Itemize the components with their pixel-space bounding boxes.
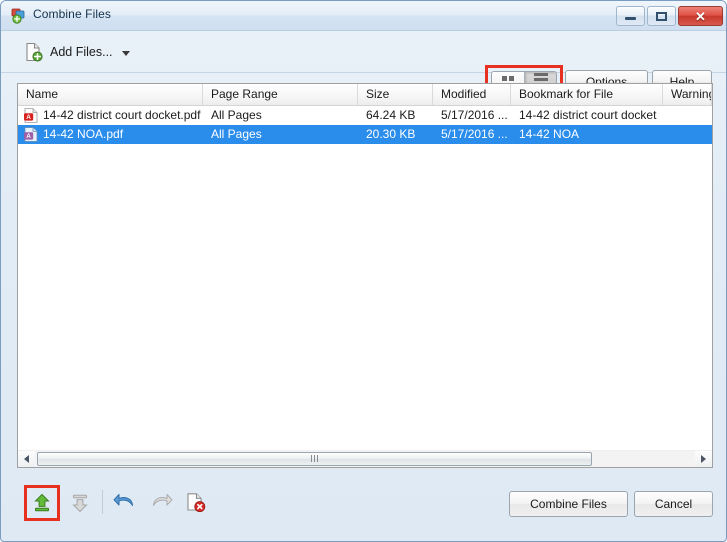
cell-size: 64.24 KB	[366, 108, 416, 122]
combine-files-dialog: Combine Files ✕ Add Files... Options Hel…	[0, 0, 727, 542]
remove-file-icon	[187, 493, 206, 513]
cell-page-range: All Pages	[211, 127, 262, 141]
redo-icon	[153, 494, 173, 506]
column-header-name[interactable]: Name	[18, 84, 203, 105]
horizontal-scrollbar[interactable]	[17, 450, 713, 468]
move-down-button	[67, 490, 93, 516]
chevron-down-icon[interactable]	[121, 50, 130, 56]
move-down-icon	[72, 494, 88, 513]
combine-files-button[interactable]: Combine Files	[509, 491, 628, 517]
cell-modified: 5/17/2016 ...	[441, 127, 508, 141]
scroll-thumb-grip	[311, 455, 318, 462]
table-row[interactable]: A 14-42 district court docket.pdf All Pa…	[18, 106, 712, 125]
cell-bookmark: 14-42 NOA	[519, 127, 580, 141]
cell-name: A 14-42 district court docket.pdf	[18, 106, 203, 125]
window-title: Combine Files	[33, 7, 111, 21]
close-icon: ✕	[695, 8, 706, 24]
file-list-rows: A 14-42 district court docket.pdf All Pa…	[18, 106, 712, 144]
add-files-label: Add Files...	[50, 45, 113, 59]
table-row[interactable]: A 14-42 NOA.pdf All Pages 20.30 KB 5/17/…	[18, 125, 712, 144]
redo-button	[149, 490, 175, 516]
remove-file-button[interactable]	[183, 490, 209, 516]
scroll-right-button[interactable]	[695, 450, 712, 467]
svg-text:A: A	[26, 114, 31, 121]
pdf-file-icon: A	[24, 127, 38, 142]
file-list-panel: Name Page Range Size Modified Bookmark f…	[17, 83, 713, 468]
column-header-modified[interactable]: Modified	[433, 84, 511, 105]
minimize-button[interactable]	[616, 6, 645, 26]
undo-button[interactable]	[111, 490, 137, 516]
bottom-bar: Combine Files Cancel	[1, 476, 726, 541]
scroll-right-icon	[701, 454, 706, 463]
cell-page-range: All Pages	[211, 108, 262, 122]
file-list-header: Name Page Range Size Modified Bookmark f…	[18, 84, 712, 106]
undo-icon	[113, 494, 133, 506]
close-button[interactable]: ✕	[678, 6, 723, 26]
maximize-button[interactable]	[647, 6, 676, 26]
maximize-icon	[656, 11, 667, 21]
window-controls: ✕	[616, 6, 723, 26]
add-files-button[interactable]: Add Files...	[21, 39, 134, 65]
cell-name: A 14-42 NOA.pdf	[18, 125, 203, 144]
file-name-text: 14-42 district court docket.pdf	[43, 108, 201, 122]
toolbar: Add Files... Options Help	[1, 31, 726, 99]
pdf-file-icon: A	[24, 108, 38, 123]
title-bar: Combine Files ✕	[1, 1, 726, 31]
column-header-page-range[interactable]: Page Range	[203, 84, 358, 105]
add-document-icon	[26, 42, 43, 62]
cell-modified: 5/17/2016 ...	[441, 108, 508, 122]
file-name-text: 14-42 NOA.pdf	[43, 127, 124, 141]
cell-bookmark: 14-42 district court docket	[519, 108, 657, 122]
column-header-size[interactable]: Size	[358, 84, 433, 105]
column-header-warnings[interactable]: Warnings/	[663, 84, 712, 105]
move-up-button[interactable]	[29, 490, 55, 516]
scroll-left-button[interactable]	[18, 450, 35, 467]
scrollbar-thumb[interactable]	[37, 451, 592, 466]
move-up-icon	[34, 493, 50, 512]
svg-text:A: A	[26, 133, 31, 140]
combine-files-app-icon	[11, 8, 25, 24]
scroll-left-icon	[24, 454, 29, 463]
toolbar-separator	[102, 490, 103, 514]
cell-size: 20.30 KB	[366, 127, 416, 141]
minimize-icon	[625, 17, 636, 20]
column-header-bookmark[interactable]: Bookmark for File	[511, 84, 663, 105]
cancel-button[interactable]: Cancel	[634, 491, 713, 517]
scrollbar-track[interactable]	[35, 450, 695, 467]
